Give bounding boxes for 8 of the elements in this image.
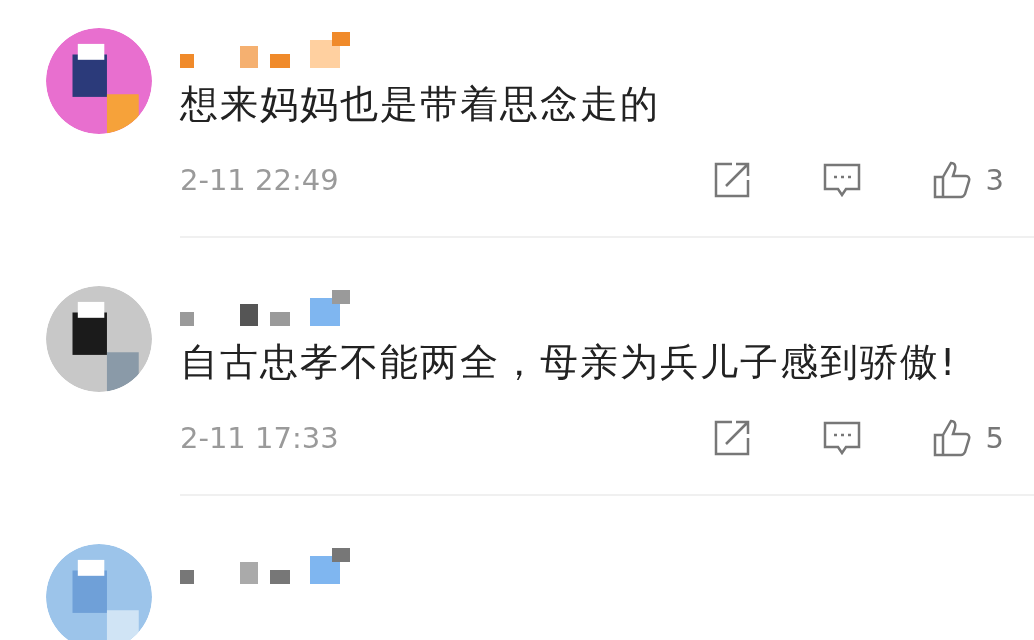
comment-text: 想来妈妈也是带着思念走的: [180, 81, 661, 128]
thumbs-up-icon[interactable]: [931, 418, 972, 458]
comment-time: 2-11 17:33: [180, 421, 340, 455]
thumbs-up-icon[interactable]: [931, 160, 972, 200]
like-count: 3: [985, 163, 1004, 197]
like-count: 5: [985, 421, 1004, 455]
comment-time: 2-11 22:49: [180, 163, 340, 197]
comment-text: 自古忠孝不能两全，母亲为兵儿子感到骄傲!: [180, 339, 959, 386]
